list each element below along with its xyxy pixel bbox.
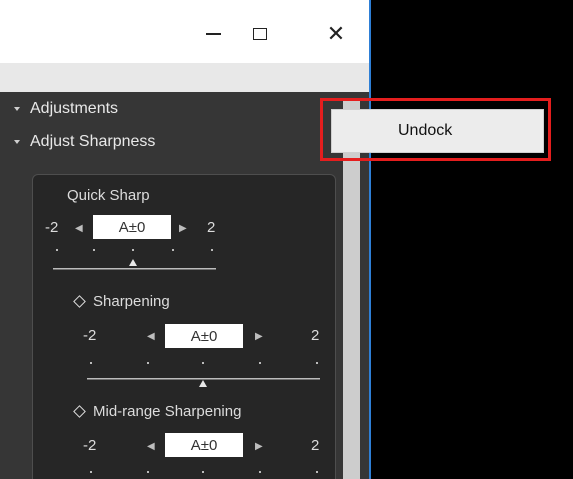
increase-arrow-icon[interactable]: ▶ <box>255 441 263 452</box>
tick-mark <box>93 249 95 251</box>
tick-mark <box>172 249 174 251</box>
midrange-title: Mid-range Sharpening <box>93 403 242 420</box>
sharpening-max: 2 <box>311 327 320 344</box>
tick-mark <box>259 362 261 364</box>
tick-mark <box>211 249 213 251</box>
sharpening-slider[interactable] <box>87 361 322 387</box>
sharpening-min: -2 <box>83 327 97 344</box>
tick-mark <box>147 362 149 364</box>
slider-track <box>87 378 320 380</box>
minimize-button[interactable] <box>193 19 233 49</box>
sharpening-value[interactable]: A±0 <box>165 324 243 348</box>
diamond-icon <box>73 295 86 308</box>
tick-mark <box>259 471 261 473</box>
tick-mark <box>147 471 149 473</box>
toolbar-strip <box>0 63 369 92</box>
slider-thumb[interactable] <box>199 380 207 387</box>
chevron-down-icon <box>14 140 20 144</box>
tick-mark <box>90 362 92 364</box>
chevron-down-icon <box>14 107 20 111</box>
midrange-header[interactable]: Mid-range Sharpening <box>73 403 242 420</box>
section-adjust-sharpness[interactable]: Adjust Sharpness <box>14 133 155 151</box>
tick-mark <box>56 249 58 251</box>
quick-sharp-max: 2 <box>207 219 216 236</box>
title-bar: ✕ <box>0 0 369 63</box>
quick-sharp-value[interactable]: A±0 <box>93 215 171 239</box>
tick-mark <box>316 362 318 364</box>
close-button[interactable]: ✕ <box>316 19 356 49</box>
midrange-max: 2 <box>311 437 320 454</box>
tick-mark <box>202 362 204 364</box>
maximize-icon <box>253 28 267 40</box>
section-label: Adjustments <box>30 100 119 117</box>
sharpening-title: Sharpening <box>93 293 170 310</box>
window-border <box>369 0 371 479</box>
app-window: ✕ Adjustments Adjust Sharpness Quick Sha… <box>0 0 371 479</box>
highlight-box <box>320 98 551 161</box>
maximize-button[interactable] <box>240 19 280 49</box>
section-adjustments[interactable]: Adjustments <box>14 100 118 118</box>
minimize-icon <box>205 33 221 35</box>
quick-sharp-title: Quick Sharp <box>67 187 150 204</box>
decrease-arrow-icon[interactable]: ◀ <box>147 441 155 452</box>
midrange-value[interactable]: A±0 <box>165 433 243 457</box>
quick-sharp-slider[interactable] <box>53 248 218 274</box>
midrange-min: -2 <box>83 437 97 454</box>
sharpness-panel: Quick Sharp -2 ◀ A±0 ▶ 2 Sharpening -2 ◀… <box>32 174 336 479</box>
decrease-arrow-icon[interactable]: ◀ <box>75 223 83 234</box>
tick-mark <box>90 471 92 473</box>
tick-mark <box>132 249 134 251</box>
slider-track <box>53 268 216 270</box>
section-label: Adjust Sharpness <box>30 133 156 150</box>
tick-mark <box>316 471 318 473</box>
increase-arrow-icon[interactable]: ▶ <box>179 223 187 234</box>
close-icon: ✕ <box>326 21 346 46</box>
tick-mark <box>202 471 204 473</box>
midrange-slider[interactable] <box>87 470 322 476</box>
quick-sharp-min: -2 <box>45 219 59 236</box>
sharpening-header[interactable]: Sharpening <box>73 293 170 310</box>
diamond-icon <box>73 405 86 418</box>
slider-thumb[interactable] <box>129 259 137 266</box>
increase-arrow-icon[interactable]: ▶ <box>255 331 263 342</box>
decrease-arrow-icon[interactable]: ◀ <box>147 331 155 342</box>
